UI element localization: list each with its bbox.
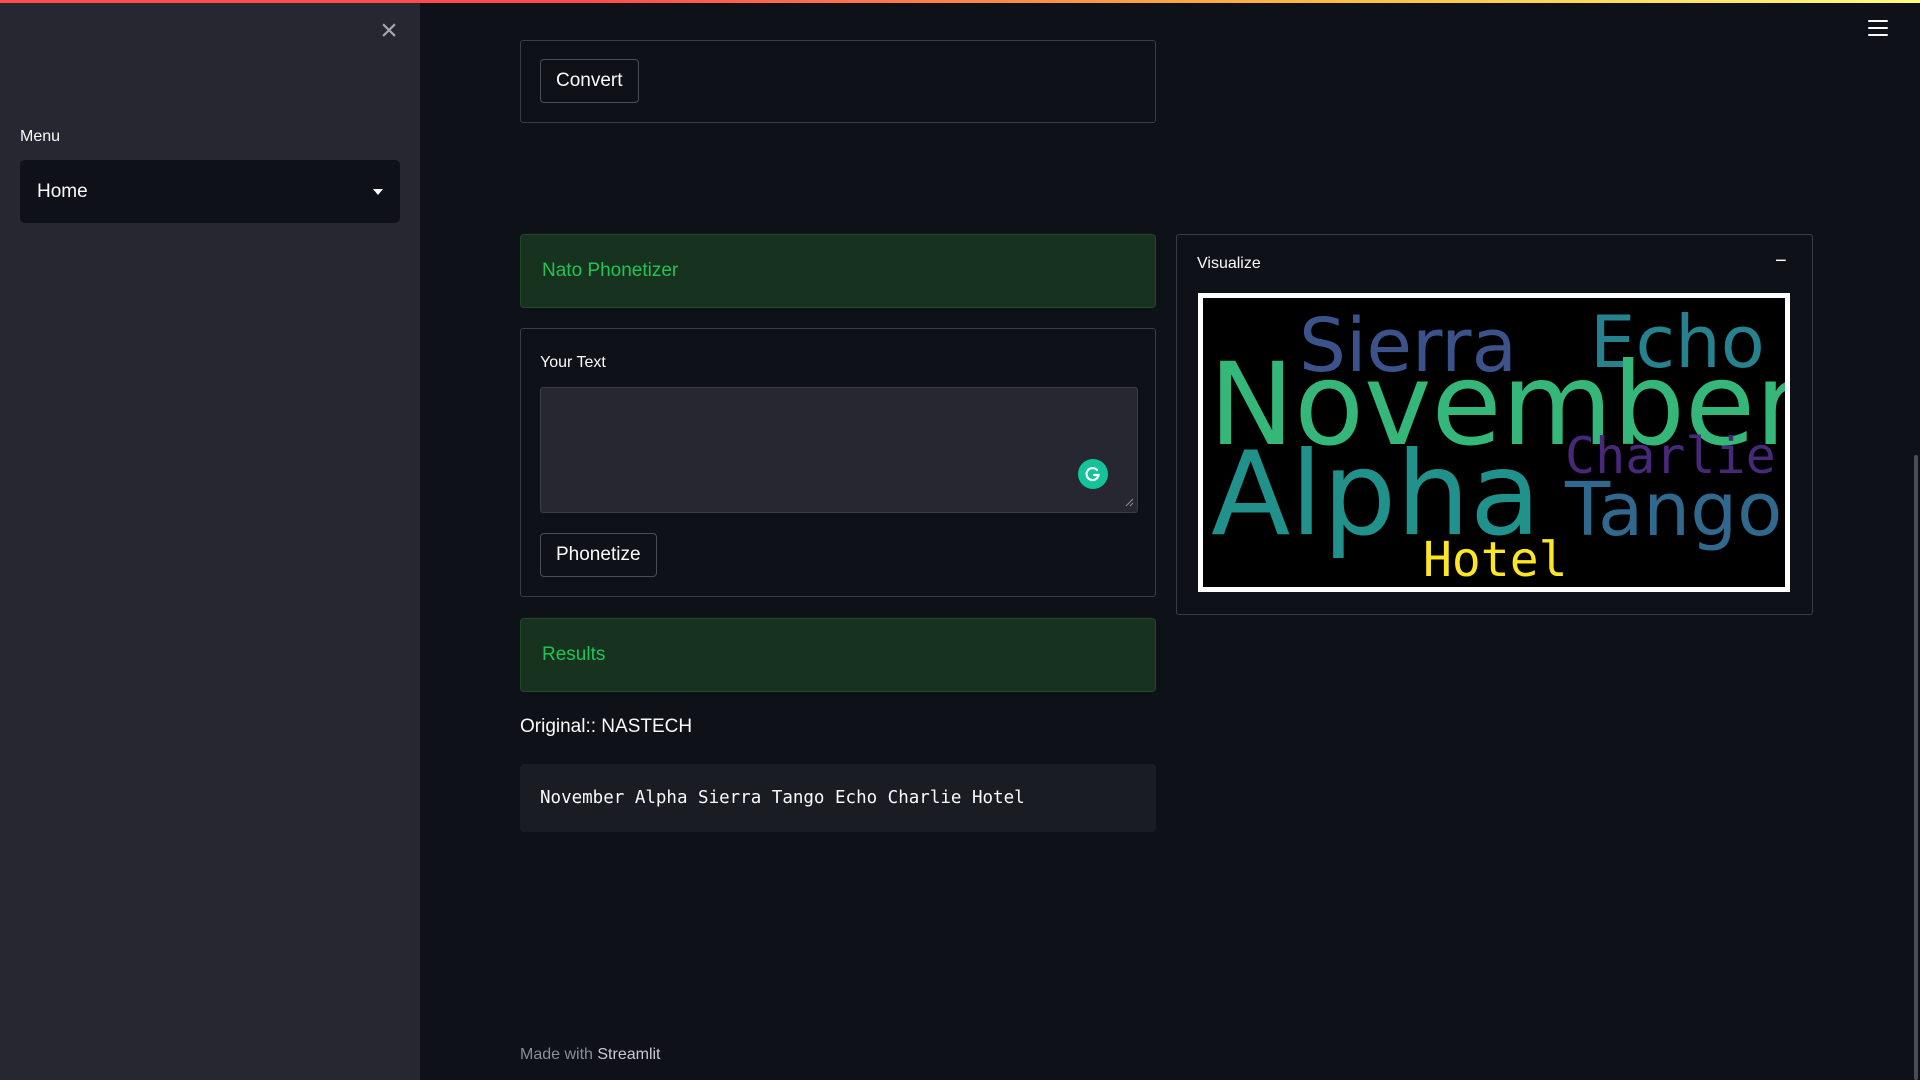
results-header-text: Results — [542, 644, 606, 665]
results-header: Results — [520, 618, 1156, 692]
collapse-icon[interactable]: − — [1775, 250, 1787, 273]
footer: Made with Streamlit — [520, 1046, 661, 1064]
grammarly-icon[interactable] — [1078, 459, 1108, 489]
phonetic-output: November Alpha Sierra Tango Echo Charlie… — [520, 764, 1156, 832]
top-decoration-bar — [0, 0, 1920, 3]
resize-handle-icon[interactable] — [1124, 497, 1134, 507]
word-cloud-word: Hotel — [1423, 532, 1568, 587]
your-text-label: Your Text — [540, 354, 606, 371]
visualize-title[interactable]: Visualize — [1197, 255, 1261, 273]
visualize-expander: Visualize − Sierra Echo November Charlie… — [1176, 234, 1813, 615]
convert-button[interactable]: Convert — [540, 59, 639, 103]
hamburger-menu-icon[interactable] — [1868, 20, 1888, 40]
menu-select[interactable]: Home — [20, 160, 400, 223]
footer-prefix: Made with — [520, 1046, 593, 1063]
nato-phonetizer-header-text: Nato Phonetizer — [542, 260, 679, 281]
menu-select-value: Home — [37, 180, 88, 202]
sidebar: × Menu Home — [0, 0, 420, 1080]
your-text-input[interactable] — [540, 387, 1138, 513]
streamlit-link[interactable]: Streamlit — [597, 1046, 660, 1063]
nato-phonetizer-header: Nato Phonetizer — [520, 234, 1156, 308]
scrollbar[interactable] — [1914, 455, 1918, 1080]
original-text: Original:: NASTECH — [520, 716, 693, 737]
word-cloud-svg: Sierra Echo November Charlie Alpha Tango… — [1209, 300, 1785, 587]
chevron-down-icon — [373, 188, 383, 195]
phonetize-button[interactable]: Phonetize — [540, 533, 657, 577]
word-cloud-image: Sierra Echo November Charlie Alpha Tango… — [1198, 293, 1790, 592]
phonetic-output-text: November Alpha Sierra Tango Echo Charlie… — [540, 788, 1025, 808]
word-cloud-word: Tango — [1564, 467, 1782, 553]
close-icon[interactable]: × — [376, 16, 402, 46]
menu-label: Menu — [20, 128, 61, 145]
